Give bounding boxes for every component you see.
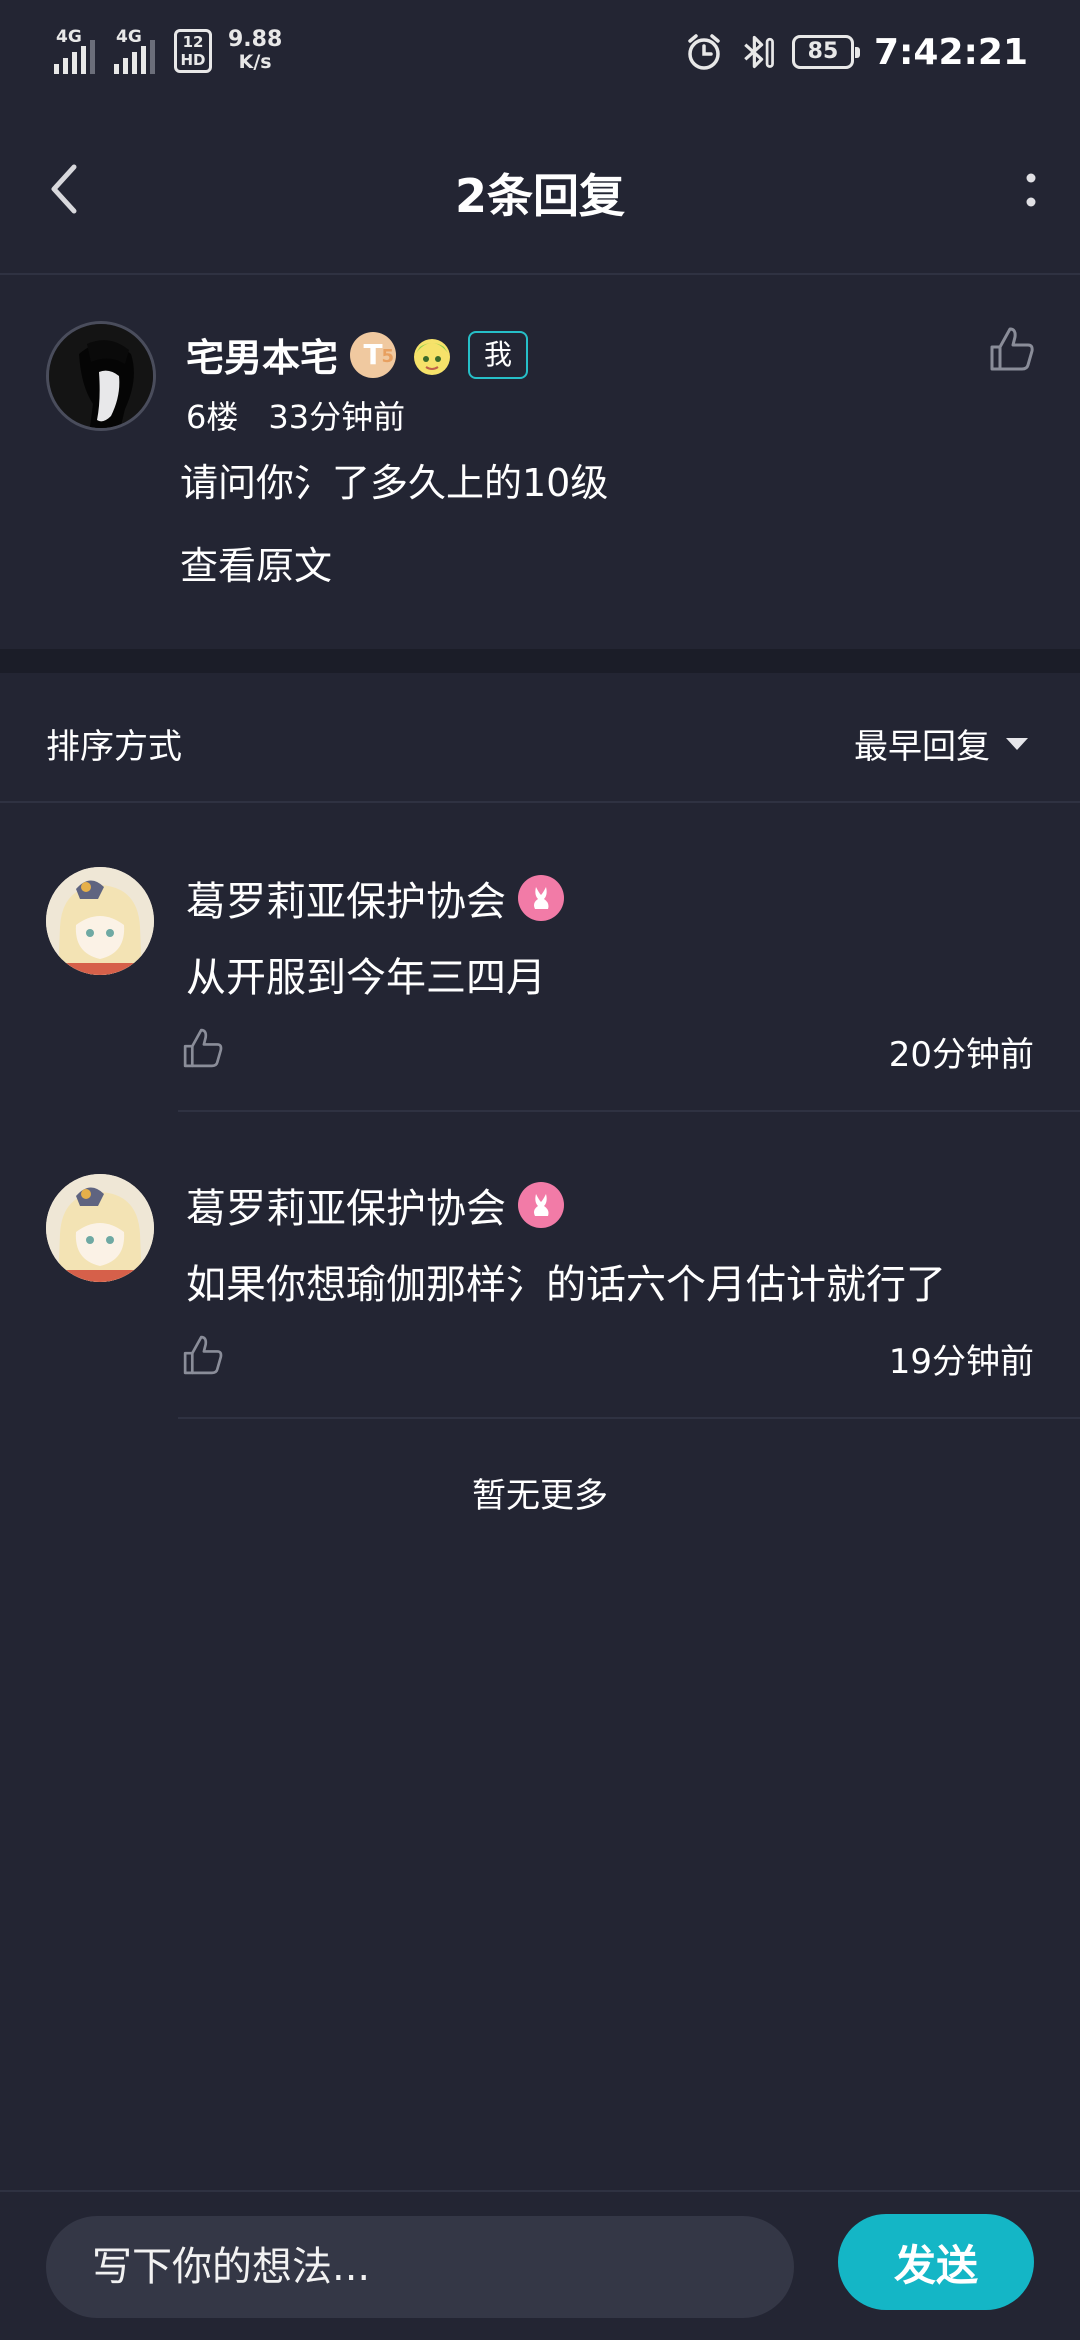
signal-icon: 4G — [54, 28, 104, 74]
signal-icon: 4G — [114, 28, 164, 74]
floor-number: 6楼 — [186, 398, 239, 436]
view-original-link[interactable]: 查看原文 — [180, 535, 332, 590]
level-badge: T5 — [350, 331, 397, 378]
bunny-badge-icon — [518, 1182, 564, 1228]
original-comment: 宅男本宅 T5 我 6楼 33分钟前 请问你氵了多久上的10级 查看原文 — [0, 277, 1080, 649]
send-button[interactable]: 发送 — [838, 2214, 1034, 2310]
reply-name-row: 葛罗莉亚保护协会 — [186, 1176, 564, 1234]
like-button[interactable] — [178, 1330, 228, 1380]
comment-meta: 6楼 33分钟前 — [186, 392, 405, 438]
reply-username[interactable]: 葛罗莉亚保护协会 — [186, 1176, 506, 1234]
avatar[interactable] — [46, 1174, 154, 1282]
speed-value: 9.88 — [228, 27, 283, 52]
no-more-label: 暂无更多 — [472, 1476, 608, 1516]
bunny-badge-icon — [518, 875, 564, 921]
reply-item: 葛罗莉亚保护协会 如果你想瑜伽那样氵的话六个月估计就行了 19分钟前 — [0, 1112, 1080, 1419]
reply-avatar-image — [46, 867, 154, 975]
reply-item: 葛罗莉亚保护协会 从开服到今年三四月 20分钟前 — [0, 805, 1080, 1112]
avatar[interactable] — [46, 867, 154, 975]
reply-name-row: 葛罗莉亚保护协会 — [186, 869, 564, 927]
me-tag: 我 — [468, 330, 529, 379]
caret-down-icon — [1006, 737, 1028, 750]
reply-username[interactable]: 葛罗莉亚保护协会 — [186, 869, 506, 927]
battery-icon: 85 — [791, 35, 860, 69]
status-bar-right: 85 7:42:21 — [684, 30, 1028, 74]
page-title: 2条回复 — [454, 169, 625, 223]
sort-label: 排序方式 — [46, 727, 182, 767]
reply-time: 20分钟前 — [888, 1035, 1034, 1075]
comment-time: 33分钟前 — [268, 398, 406, 436]
reply-text: 从开服到今年三四月 — [186, 955, 546, 1001]
reply-text: 如果你想瑜伽那样氵的话六个月估计就行了 — [186, 1262, 946, 1308]
like-button[interactable] — [984, 321, 1040, 377]
reply-avatar-image — [46, 1174, 154, 1282]
more-vertical-icon — [1026, 173, 1036, 207]
thumbs-up-icon — [990, 327, 1034, 371]
thumbs-up-icon — [183, 1028, 223, 1068]
more-options-button[interactable] — [1006, 150, 1056, 230]
reply-time: 19分钟前 — [888, 1342, 1034, 1382]
character-badge-icon — [414, 338, 451, 375]
hd-icon: 12 HD — [174, 29, 212, 73]
status-bar-left: 4G 4G 12 HD 9.88 K/s — [54, 28, 282, 74]
status-clock: 7:42:21 — [873, 31, 1028, 73]
avatar[interactable] — [46, 321, 156, 431]
username[interactable]: 宅男本宅 — [186, 327, 338, 382]
hd-bottom-label: HD — [180, 51, 206, 69]
section-divider — [0, 649, 1080, 673]
network-speed: 9.88 K/s — [228, 27, 283, 74]
reply-detail-screen: 4G 4G 12 HD 9.88 K/s 85 7:42:21 2条回复 宅男本… — [0, 0, 1080, 2340]
thumbs-up-icon — [183, 1335, 223, 1375]
sort-selected-value: 最早回复 — [854, 727, 990, 767]
divider — [178, 1417, 1080, 1419]
alarm-icon — [684, 30, 724, 74]
level-badge-letter: T — [363, 337, 383, 371]
sort-bar: 排序方式 最早回复 — [0, 673, 1080, 803]
level-badge-number: 5 — [381, 345, 395, 367]
bluetooth-icon — [738, 30, 778, 74]
comment-input-bar: 发送 — [0, 2190, 1080, 2340]
comment-text: 请问你氵了多久上的10级 — [180, 461, 609, 505]
speed-unit: K/s — [238, 51, 272, 73]
top-app-bar: 2条回复 — [0, 110, 1080, 275]
user-avatar-image — [49, 324, 153, 428]
hd-top-label: 12 — [182, 33, 204, 51]
sort-dropdown[interactable]: 最早回复 — [854, 719, 1030, 768]
like-button[interactable] — [178, 1023, 228, 1073]
username-row: 宅男本宅 T5 我 — [186, 327, 529, 382]
comment-input[interactable] — [46, 2216, 794, 2318]
status-bar: 4G 4G 12 HD 9.88 K/s 85 7:42:21 — [0, 0, 1080, 110]
